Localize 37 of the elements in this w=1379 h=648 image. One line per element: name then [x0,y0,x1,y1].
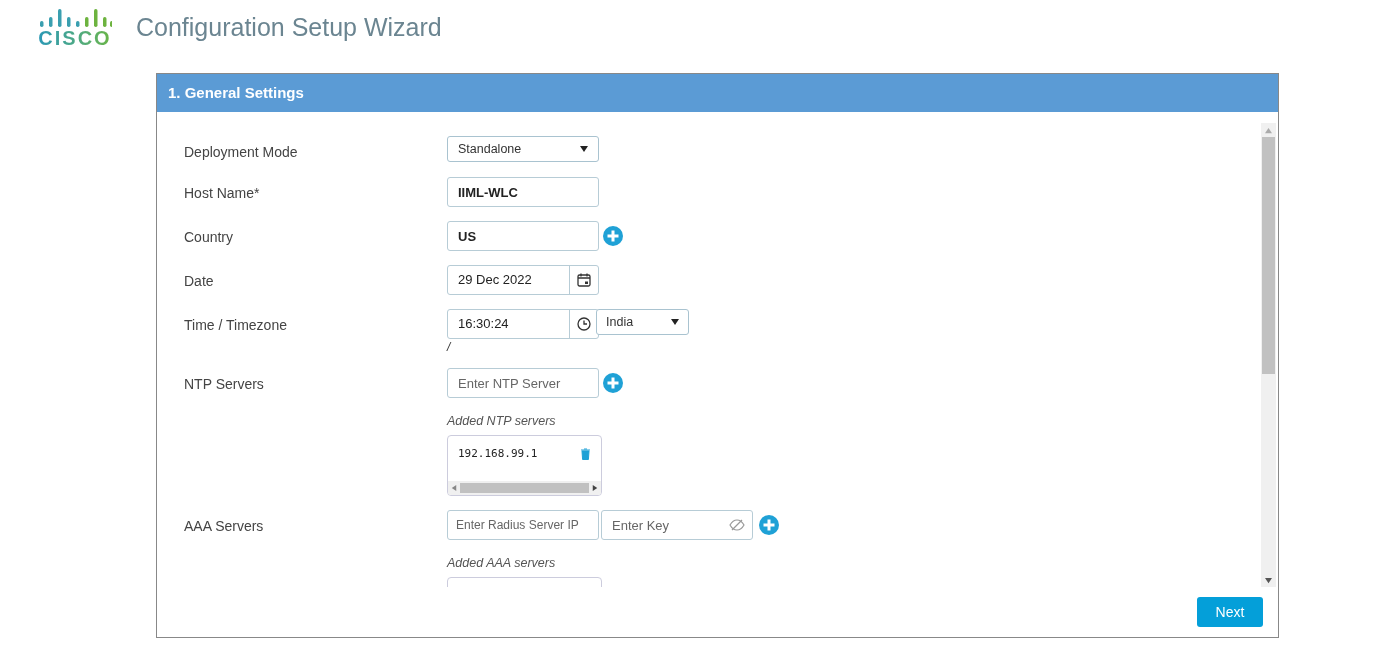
add-icon[interactable] [602,372,624,394]
radius-server-field[interactable]: Enter Radius Server IP [447,510,599,540]
timezone-dropdown[interactable]: India [596,309,689,335]
field-label: Time / Timezone [184,316,288,335]
key-field[interactable]: Enter Key [601,510,753,540]
field-label: AAA Servers [184,517,265,536]
cisco-logo: CISCO [38,8,112,48]
panel-header: 1. General Settings [157,74,1278,112]
field-label: Date [184,272,215,291]
clock-icon[interactable] [577,317,591,331]
deployment-mode-dropdown[interactable]: Standalone [447,136,599,162]
ntp-server-field[interactable]: Enter NTP Server [447,368,599,398]
list-caption: Added AAA servers [447,555,557,572]
caret-icon[interactable] [671,318,679,326]
horizontal-scrollbar[interactable] [448,481,601,495]
scroll-left-icon[interactable] [451,485,457,491]
trash-icon[interactable] [580,448,591,460]
host-name-field[interactable]: IIML-WLC [447,177,599,207]
server-entry: 192.168.99.1 [458,445,538,462]
calendar-icon[interactable] [577,273,591,287]
list-caption: Added NTP servers [447,413,557,430]
separator-text: / [447,340,452,354]
add-icon[interactable] [602,225,624,247]
scroll-up-icon[interactable] [1265,126,1272,134]
field-label: NTP Servers [184,375,265,394]
page-title: Configuration Setup Wizard [136,12,442,44]
field-label: Country [184,228,235,247]
vertical-scrollbar[interactable] [1261,123,1276,587]
add-icon[interactable] [758,514,780,536]
scroll-right-icon[interactable] [592,485,598,491]
caret-icon[interactable] [580,145,588,153]
date-field[interactable]: 29 Dec 2022 [447,265,599,295]
eye-slash-icon[interactable] [729,519,745,531]
country-field[interactable]: US [447,221,599,251]
field-label: Deployment Mode [184,143,299,162]
scroll-down-icon[interactable] [1265,576,1272,584]
field-label: Host Name* [184,184,261,203]
